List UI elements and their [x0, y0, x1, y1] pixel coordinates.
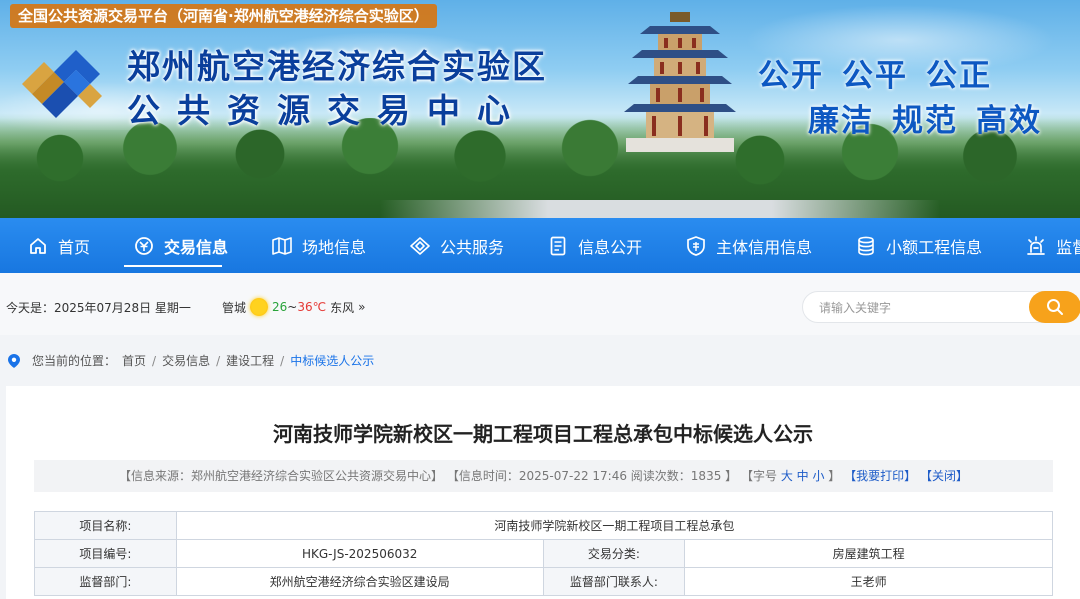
weather-city: 管城: [222, 300, 247, 315]
article-panel: 河南技师学院新校区一期工程项目工程总承包中标候选人公示 【信息来源：郑州航空港经…: [6, 386, 1080, 599]
table-row: 项目编号: HKG-JS-202506032 交易分类: 房屋建筑工程: [34, 539, 1053, 568]
nav-small-project-label: 小额工程信息: [886, 237, 983, 257]
nav-trade-info-label: 交易信息: [164, 237, 229, 257]
map-icon: [272, 236, 292, 256]
article-title: 河南技师学院新校区一期工程项目工程总承包中标候选人公示: [273, 422, 813, 446]
meta-source: 【信息来源：郑州航空港经济综合实验区公共资源交易中心】: [119, 469, 444, 483]
meta-font-label: 【字号: [740, 469, 777, 483]
nav-home-label: 首页: [58, 237, 91, 257]
meta-time: 【信息时间：2025-07-22 17:46 阅读次数：1835 】: [446, 469, 738, 483]
weather-widget[interactable]: 管城 26 ~ 36℃ 东风 »: [222, 298, 365, 316]
meta-font-end: 】: [828, 469, 841, 483]
temp-low: 26: [272, 300, 288, 314]
table-value: 房屋建筑工程: [684, 539, 1053, 568]
nav-active-indicator: [124, 265, 222, 267]
breadcrumb-current[interactable]: 中标候选人公示: [290, 352, 374, 369]
nav-public-service-label: 公共服务: [440, 237, 505, 257]
nav-home[interactable]: 首页: [0, 218, 106, 273]
table-label: 项目名称:: [34, 511, 177, 540]
search-button[interactable]: [1029, 291, 1080, 323]
platform-title: 全国公共资源交易平台（河南省·郑州航空港经济综合实验区）: [10, 4, 437, 28]
document-icon: [548, 236, 568, 256]
nav-credit-info[interactable]: 主体信用信息: [658, 218, 828, 273]
search-box: [802, 291, 1080, 323]
temp-separator: ~: [287, 300, 298, 314]
nav-supervise-report[interactable]: 监督举报: [998, 218, 1080, 273]
table-label: 监督部门:: [34, 567, 177, 596]
credit-icon: [686, 235, 706, 256]
wind-direction: 东风: [330, 300, 355, 315]
table-value: 郑州航空港经济综合实验区建设局: [175, 567, 544, 596]
table-row: 项目名称: 河南技师学院新校区一期工程项目工程总承包: [34, 511, 1054, 540]
org-name-line1: 郑州航空港经济综合实验区: [127, 47, 547, 86]
slogan-standard: 规范: [892, 103, 958, 139]
nav-info-disclosure-label: 信息公开: [578, 237, 643, 257]
article-meta: 【信息来源：郑州航空港经济综合实验区公共资源交易中心】 【信息时间：2025-0…: [34, 460, 1053, 492]
temp-high: 36℃: [297, 300, 327, 314]
table-label: 项目编号:: [34, 539, 177, 568]
nav-supervise-report-label: 监督举报: [1056, 237, 1080, 257]
table-label: 交易分类:: [542, 539, 686, 568]
slogan-just: 公正: [926, 58, 992, 94]
font-size-switch[interactable]: 大 中 小: [781, 469, 825, 483]
info-bar: 今天是：2025年07月28日 星期一 管城 26 ~ 36℃ 东风 »: [0, 273, 1080, 335]
search-input[interactable]: [819, 298, 1019, 318]
org-name-line2: 公共资源交易中心: [127, 91, 527, 130]
slogan-row-1: 公开 公平 公正: [758, 50, 1010, 95]
slogan-efficient: 高效: [976, 103, 1042, 139]
pavilion-tower-image: [624, 12, 736, 152]
home-icon: [28, 236, 48, 256]
current-date: 今天是：2025年07月28日 星期一: [6, 301, 191, 315]
nav-public-service[interactable]: 公共服务: [382, 218, 520, 273]
table-value: 王老师: [684, 567, 1053, 596]
location-pin-icon: [8, 353, 20, 368]
header-banner: 全国公共资源交易平台（河南省·郑州航空港经济综合实验区） 郑州航空港经济综合实验…: [0, 0, 1080, 218]
slogan-fair: 公平: [842, 58, 908, 94]
table-label: 监督部门联系人:: [542, 567, 686, 596]
diamond-icon: [410, 236, 430, 256]
breadcrumb-home[interactable]: 首页: [122, 352, 146, 369]
org-logo: [22, 50, 102, 118]
table-value: 河南技师学院新校区一期工程项目工程总承包: [175, 511, 1054, 540]
table-row: 监督部门: 郑州航空港经济综合实验区建设局 监督部门联系人: 王老师: [34, 567, 1053, 596]
slogan-row-2: 廉洁 规范 高效: [808, 95, 1060, 140]
nav-venue-info[interactable]: 场地信息: [244, 218, 382, 273]
breadcrumb-construction[interactable]: 建设工程: [226, 352, 274, 369]
banner-road: [380, 200, 940, 218]
breadcrumb-label: 您当前的位置：: [32, 354, 117, 368]
supervise-icon: [1026, 235, 1046, 256]
weather-more-icon[interactable]: »: [358, 300, 365, 314]
nav-info-disclosure[interactable]: 信息公开: [520, 218, 658, 273]
nav-venue-info-label: 场地信息: [302, 237, 367, 257]
breadcrumb: 您当前的位置： 首页 / 交易信息 / 建设工程 / 中标候选人公示: [8, 352, 374, 369]
breadcrumb-trade-info[interactable]: 交易信息: [162, 352, 210, 369]
coins-icon: [856, 236, 876, 256]
print-link[interactable]: 【我要打印】: [844, 469, 916, 483]
search-icon: [1047, 299, 1063, 315]
nav-small-project[interactable]: 小额工程信息: [828, 218, 998, 273]
trade-icon: [134, 236, 154, 256]
table-value: HKG-JS-202506032: [175, 539, 544, 568]
nav-credit-info-label: 主体信用信息: [716, 237, 813, 257]
close-link[interactable]: 【关闭】: [920, 469, 968, 483]
project-info-table: 项目名称: 河南技师学院新校区一期工程项目工程总承包 项目编号: HKG-JS-…: [34, 511, 1054, 596]
sun-icon: [250, 298, 269, 316]
slogan-clean: 廉洁: [808, 103, 874, 139]
slogan-open: 公开: [758, 58, 824, 94]
